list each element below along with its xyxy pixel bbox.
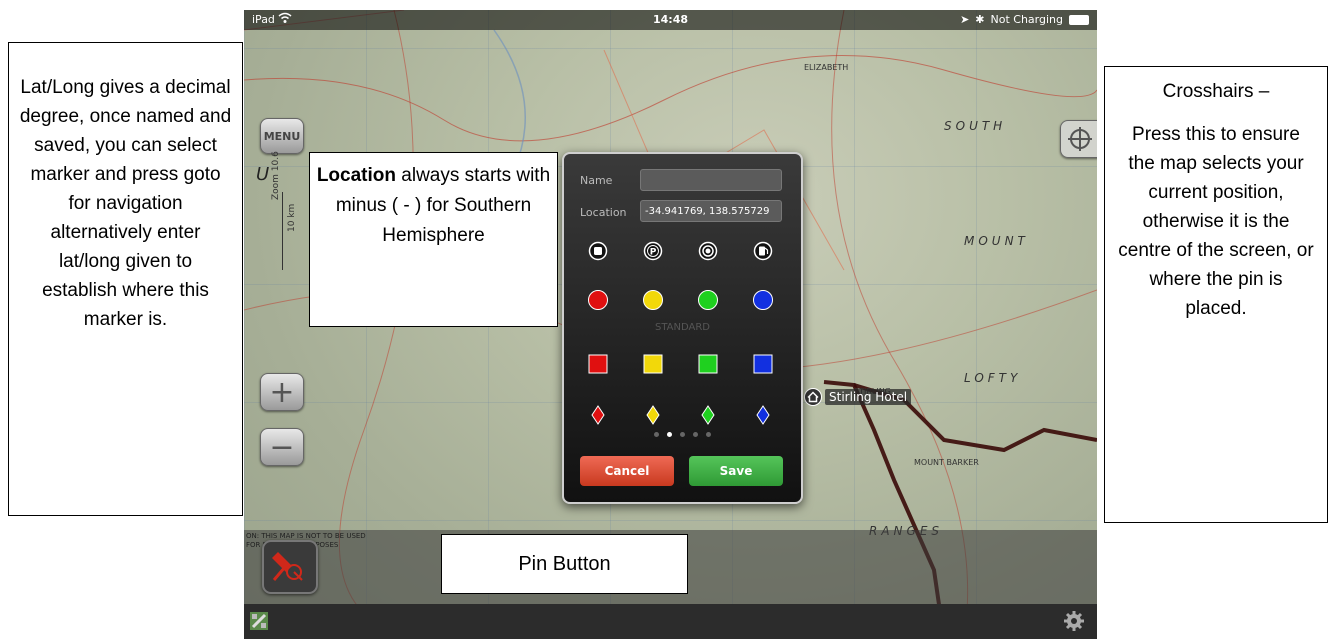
zoom-in-button[interactable]: + — [260, 373, 304, 411]
page-dot[interactable] — [693, 432, 698, 437]
bottom-toolbar — [244, 604, 1097, 639]
map-marker-stirling[interactable]: Stirling Hotel — [804, 388, 912, 406]
gear-icon[interactable] — [1063, 610, 1085, 632]
page-dot[interactable] — [680, 432, 685, 437]
page-dot[interactable] — [654, 432, 659, 437]
yellow-square-marker[interactable] — [642, 353, 664, 375]
blue-diamond-marker[interactable] — [752, 404, 774, 426]
crosshair-button[interactable] — [1060, 120, 1097, 158]
svg-text:P: P — [650, 248, 657, 258]
zoom-out-button[interactable]: − — [260, 428, 304, 466]
charging-status: Not Charging — [990, 13, 1063, 26]
location-label: Location — [580, 206, 627, 219]
green-circle-marker[interactable] — [697, 289, 719, 311]
parking-icon[interactable]: P — [642, 240, 664, 262]
fuel-icon[interactable] — [752, 240, 774, 262]
marker-dialog: Name Location P STANDARD — [562, 152, 803, 504]
status-bar: iPad 14:48 ➤ ✱ Not Charging — [244, 10, 1097, 30]
save-button[interactable]: Save — [689, 456, 783, 486]
stop-icon[interactable] — [587, 240, 609, 262]
callout-crosshairs: Crosshairs – Press this to ensure the ma… — [1104, 66, 1328, 523]
status-indicators: ➤ ✱ Not Charging — [960, 13, 1089, 26]
zoom-level: Zoom 10.6 — [271, 151, 281, 200]
marker-label: Stirling Hotel — [825, 389, 912, 405]
svg-text:MOUNT BARKER: MOUNT BARKER — [914, 458, 979, 467]
svg-text:U: U — [256, 164, 269, 185]
callout-latlong: Lat/Long gives a decimal degree, once na… — [8, 42, 243, 516]
scale-distance: 10 km — [287, 203, 297, 232]
name-label: Name — [580, 174, 613, 187]
battery-icon — [1069, 14, 1089, 25]
cancel-button[interactable]: Cancel — [580, 456, 674, 486]
bluetooth-icon: ✱ — [975, 13, 985, 26]
name-input[interactable] — [640, 169, 782, 191]
page-dot[interactable] — [706, 432, 711, 437]
marker-set-label: STANDARD — [654, 322, 710, 333]
svg-text:ELIZABETH: ELIZABETH — [804, 63, 848, 72]
target-icon[interactable] — [697, 240, 719, 262]
callout-location: Location always starts with minus ( - ) … — [309, 152, 558, 327]
callout-crosshairs-title: Crosshairs – — [1162, 81, 1270, 102]
green-square-marker[interactable] — [697, 353, 719, 375]
svg-text:MOUNT: MOUNT — [964, 234, 1029, 248]
red-circle-marker[interactable] — [587, 289, 609, 311]
blue-circle-marker[interactable] — [752, 289, 774, 311]
callout-pin: Pin Button — [441, 534, 688, 594]
red-square-marker[interactable] — [587, 353, 609, 375]
pin-button[interactable] — [262, 540, 318, 594]
location-arrow-icon: ➤ — [960, 13, 970, 26]
page-dot[interactable] — [667, 432, 672, 437]
callout-crosshairs-body: Press this to ensure the map selects you… — [1118, 124, 1314, 319]
yellow-diamond-marker[interactable] — [642, 404, 664, 426]
callout-location-bold: Location — [316, 165, 396, 186]
page-indicator[interactable] — [564, 432, 801, 437]
svg-text:SOUTH: SOUTH — [944, 119, 1006, 133]
svg-text:LOFTY: LOFTY — [964, 371, 1021, 385]
menu-button[interactable]: MENU — [260, 118, 304, 154]
crosshair-icon — [1068, 127, 1092, 151]
green-diamond-marker[interactable] — [697, 404, 719, 426]
home-icon — [804, 388, 822, 406]
blue-square-marker[interactable] — [752, 353, 774, 375]
satellite-icon[interactable] — [249, 611, 269, 631]
yellow-circle-marker[interactable] — [642, 289, 664, 311]
pin-icon — [272, 552, 303, 581]
location-input[interactable] — [640, 200, 782, 222]
red-diamond-marker[interactable] — [587, 404, 609, 426]
scale-bar — [282, 192, 283, 270]
